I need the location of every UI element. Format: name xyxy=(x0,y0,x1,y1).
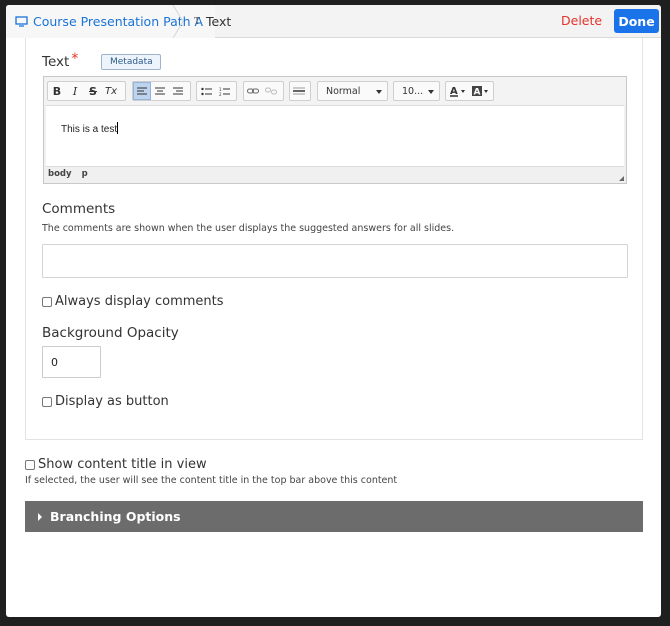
unlink-icon xyxy=(265,87,277,95)
align-right-button[interactable] xyxy=(169,82,187,100)
caret-right-icon xyxy=(38,512,42,521)
show-content-title-help: If selected, the user will see the conte… xyxy=(25,475,398,486)
element-path: body p xyxy=(48,169,98,179)
comments-input[interactable] xyxy=(42,244,628,278)
horizontal-rule-group xyxy=(289,81,311,101)
alignment-group xyxy=(132,81,191,101)
format-dropdown[interactable]: Normal xyxy=(317,81,388,101)
background-opacity-value: 0 xyxy=(51,356,58,369)
path-item-body[interactable]: body xyxy=(48,169,72,179)
path-item-p[interactable]: p xyxy=(82,169,88,179)
editor-toolbar: B I S Tx 1 2 Normal 10... A A xyxy=(44,77,626,105)
text-color-button[interactable]: A xyxy=(446,82,470,100)
background-color-icon: A xyxy=(472,86,489,98)
always-display-comments-row: Always display comments xyxy=(42,294,224,309)
link-icon xyxy=(247,88,259,93)
display-as-button-checkbox[interactable] xyxy=(42,396,52,407)
background-color-button[interactable]: A xyxy=(470,82,494,100)
metadata-button[interactable]: Metadata xyxy=(101,54,161,70)
editor-content-area[interactable]: This is a test xyxy=(46,105,624,167)
font-size-dropdown[interactable]: 10... xyxy=(393,81,440,101)
chevron-down-icon xyxy=(428,90,434,94)
unlink-button[interactable] xyxy=(262,82,280,100)
show-content-title-checkbox[interactable] xyxy=(25,459,35,470)
align-center-button[interactable] xyxy=(151,82,169,100)
align-left-icon xyxy=(137,87,147,94)
show-content-title-label[interactable]: Show content title in view xyxy=(38,457,207,472)
text-cursor xyxy=(117,122,119,134)
always-display-comments-label[interactable]: Always display comments xyxy=(55,294,224,309)
align-right-icon xyxy=(173,87,183,94)
branching-options-header[interactable]: Branching Options xyxy=(25,501,643,532)
breadcrumb-separator xyxy=(171,5,185,38)
always-display-comments-checkbox[interactable] xyxy=(42,296,52,307)
comments-label: Comments xyxy=(42,201,116,217)
bulleted-list-icon xyxy=(200,87,212,95)
remove-format-button[interactable]: Tx xyxy=(102,82,120,100)
bulleted-list-button[interactable] xyxy=(197,82,215,100)
horizontal-rule-icon xyxy=(293,87,305,95)
chevron-down-icon xyxy=(376,90,382,94)
horizontal-rule-button[interactable] xyxy=(290,82,308,100)
show-content-title-row: Show content title in view xyxy=(25,457,207,472)
text-label: Text xyxy=(42,54,70,70)
list-group: 12 xyxy=(196,81,237,101)
text-settings-card: Text * Metadata B I S Tx 1 2 Normal 10..… xyxy=(25,38,643,440)
delete-button[interactable]: Delete xyxy=(561,13,602,28)
bold-button[interactable]: B xyxy=(48,82,66,100)
display-as-button-row: Display as button xyxy=(42,394,169,409)
editor-content: This is a test xyxy=(61,124,118,135)
comments-help-text: The comments are shown when the user dis… xyxy=(42,223,455,234)
align-center-icon xyxy=(155,87,165,94)
required-mark: * xyxy=(71,51,79,67)
text-color-icon: A xyxy=(449,86,465,97)
background-opacity-label: Background Opacity xyxy=(42,325,179,341)
rich-text-editor: B I S Tx 1 2 Normal 10... A A This is a … xyxy=(43,76,627,184)
text-type-icon: T xyxy=(194,16,201,27)
done-button[interactable]: Done xyxy=(614,9,659,33)
link-button[interactable] xyxy=(244,82,262,100)
branching-options-label: Branching Options xyxy=(50,509,181,524)
presentation-icon xyxy=(15,12,28,31)
align-left-button[interactable] xyxy=(133,82,151,100)
editor-dialog: Course Presentation Path A T Text Delete… xyxy=(6,5,661,617)
background-opacity-input[interactable]: 0 xyxy=(42,346,101,378)
strikethrough-button[interactable]: S xyxy=(84,82,102,100)
svg-text:2: 2 xyxy=(219,92,222,96)
resize-handle-icon[interactable] xyxy=(619,176,624,181)
display-as-button-label[interactable]: Display as button xyxy=(55,394,169,409)
numbered-list-icon: 12 xyxy=(219,87,230,96)
italic-button[interactable]: I xyxy=(66,82,84,100)
link-group xyxy=(243,81,284,101)
text-field-label: Text * xyxy=(42,51,79,70)
numbered-list-button[interactable]: 12 xyxy=(215,82,233,100)
color-group: A A xyxy=(445,81,494,101)
basic-style-group: B I S Tx xyxy=(47,81,126,101)
breadcrumb-text: T Text xyxy=(194,5,231,38)
format-dropdown-value: Normal xyxy=(326,85,361,97)
breadcrumb-text-label: Text xyxy=(206,14,232,29)
svg-text:A: A xyxy=(474,88,481,98)
top-bar: Course Presentation Path A T Text Delete… xyxy=(6,5,661,38)
editor-text: This is a test xyxy=(61,122,119,135)
font-size-dropdown-value: 10... xyxy=(402,85,424,97)
